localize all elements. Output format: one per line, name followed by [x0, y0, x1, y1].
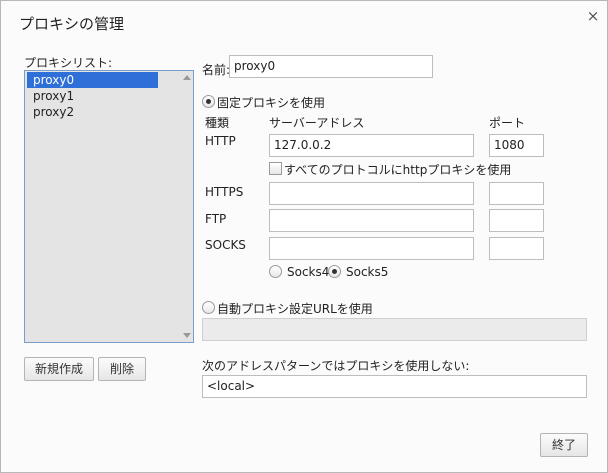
fixed-proxy-radio[interactable]: [202, 95, 215, 108]
name-label: 名前:: [202, 63, 231, 77]
delete-proxy-button[interactable]: 削除: [98, 357, 146, 381]
socks-server-input[interactable]: [269, 237, 474, 260]
socks5-radio[interactable]: [328, 265, 341, 278]
fixed-proxy-label: 固定プロキシを使用: [217, 96, 326, 110]
use-http-for-all-checkbox[interactable]: [269, 162, 282, 175]
auto-proxy-url-input[interactable]: [202, 318, 587, 341]
name-input[interactable]: proxy0: [229, 55, 433, 78]
new-proxy-button[interactable]: 新規作成: [24, 357, 94, 381]
socks4-radio[interactable]: [269, 265, 282, 278]
socks5-label: Socks5: [346, 265, 389, 279]
dialog-title: プロキシの管理: [19, 15, 125, 33]
bypass-input[interactable]: <local>: [202, 375, 587, 398]
ftp-server-input[interactable]: [269, 209, 474, 232]
http-server-input[interactable]: 127.0.0.2: [269, 134, 474, 157]
done-button[interactable]: 終了: [540, 433, 588, 457]
auto-proxy-label: 自動プロキシ設定URLを使用: [217, 302, 373, 316]
http-port-input[interactable]: 1080: [489, 134, 544, 157]
proxy-list-scrollbar[interactable]: [180, 71, 193, 342]
ftp-port-input[interactable]: [489, 209, 544, 232]
ftp-type-label: FTP: [205, 212, 227, 226]
proxy-list[interactable]: proxy0 proxy1 proxy2: [24, 70, 194, 343]
close-icon[interactable]: ×: [585, 8, 601, 24]
socks-port-input[interactable]: [489, 237, 544, 260]
auto-proxy-radio[interactable]: [202, 301, 215, 314]
http-type-label: HTTP: [205, 134, 236, 148]
scroll-up-arrow-icon[interactable]: [183, 75, 191, 80]
socks4-label: Socks4: [287, 265, 330, 279]
list-item-proxy2[interactable]: proxy2: [27, 104, 74, 120]
https-type-label: HTTPS: [205, 185, 244, 199]
list-item-proxy1[interactable]: proxy1: [27, 88, 74, 104]
https-server-input[interactable]: [269, 182, 474, 205]
list-item-proxy0[interactable]: proxy0: [27, 72, 158, 88]
port-column-header: ポート: [489, 116, 526, 130]
proxy-manager-dialog: プロキシの管理 × プロキシリスト: proxy0 proxy1 proxy2 …: [0, 0, 608, 473]
type-column-header: 種類: [205, 116, 230, 130]
scroll-down-arrow-icon[interactable]: [183, 333, 191, 338]
bypass-label: 次のアドレスパターンではプロキシを使用しない:: [202, 359, 470, 373]
server-column-header: サーバーアドレス: [269, 116, 365, 130]
use-http-for-all-label: すべてのプロトコルにhttpプロキシを使用: [284, 163, 512, 177]
https-port-input[interactable]: [489, 182, 544, 205]
socks-type-label: SOCKS: [205, 238, 246, 252]
proxy-list-label: プロキシリスト:: [24, 56, 113, 70]
